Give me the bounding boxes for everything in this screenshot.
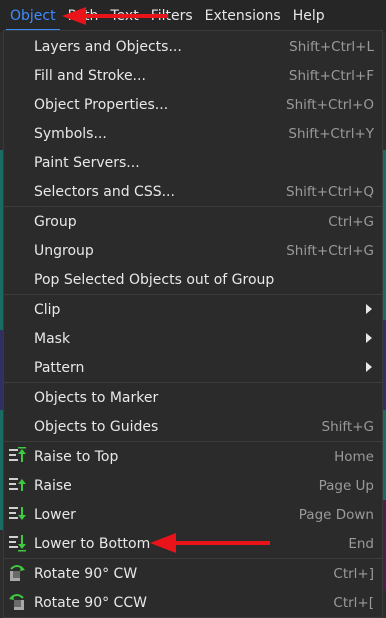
menu-filters[interactable]: Filters: [145, 2, 199, 30]
menu-item-label: Clip: [34, 301, 61, 318]
menu-item-label: Symbols...: [34, 125, 107, 142]
menu-item-label: Lower to Bottom: [34, 535, 151, 552]
menu-object[interactable]: Object: [4, 2, 62, 30]
menu-item-symbols[interactable]: Symbols... Shift+Ctrl+Y: [4, 119, 382, 148]
menu-item-shortcut: Shift+Ctrl+L: [289, 38, 374, 55]
app-window: Object Path Text Filters Extensions Help…: [0, 0, 386, 618]
submenu-arrow-icon: [366, 304, 372, 314]
menu-item-ungroup[interactable]: Ungroup Shift+Ctrl+G: [4, 236, 382, 265]
menu-item-label: Group: [34, 213, 77, 230]
rotate-ccw-icon: [9, 594, 24, 610]
menu-path[interactable]: Path: [62, 2, 105, 30]
menu-item-label: Pop Selected Objects out of Group: [34, 271, 275, 288]
menu-item-label: Ungroup: [34, 242, 94, 259]
menu-item-shortcut: Shift+Ctrl+F: [288, 67, 374, 84]
menu-item-shortcut: Ctrl+[: [333, 594, 374, 611]
menu-bar: Object Path Text Filters Extensions Help: [0, 0, 386, 32]
menu-item-label: Rotate 90° CW: [34, 565, 138, 582]
menu-item-rotate-cw[interactable]: Rotate 90° CW Ctrl+]: [4, 559, 382, 588]
menu-item-label: Pattern: [34, 359, 85, 376]
menu-item-raise-to-top[interactable]: Raise to Top Home: [4, 442, 382, 471]
menu-extensions[interactable]: Extensions: [199, 2, 287, 30]
lower-icon: [9, 507, 26, 520]
menu-item-label: Paint Servers...: [34, 154, 140, 171]
menu-item-label: Lower: [34, 506, 76, 523]
menu-item-rotate-ccw[interactable]: Rotate 90° CCW Ctrl+[: [4, 588, 382, 617]
menu-item-lower-to-bottom[interactable]: Lower to Bottom End: [4, 529, 382, 558]
menu-item-label: Objects to Guides: [34, 418, 159, 435]
raise-to-top-icon: [9, 447, 26, 462]
menu-item-shortcut: Shift+Ctrl+G: [286, 242, 374, 259]
menu-item-shortcut: Shift+Ctrl+O: [286, 96, 374, 113]
menu-item-label: Raise: [34, 477, 72, 494]
menu-item-label: Mask: [34, 330, 71, 347]
menu-item-mask[interactable]: Mask: [4, 324, 382, 353]
menu-item-pop-out-of-group[interactable]: Pop Selected Objects out of Group: [4, 265, 382, 294]
menu-help[interactable]: Help: [287, 2, 331, 30]
menu-item-label: Raise to Top: [34, 448, 119, 465]
menu-item-shortcut: Page Up: [318, 477, 374, 494]
menu-item-paint-servers[interactable]: Paint Servers...: [4, 148, 382, 177]
raise-icon: [9, 478, 26, 491]
menu-item-label: Object Properties...: [34, 96, 169, 113]
menu-item-label: Selectors and CSS...: [34, 183, 175, 200]
menu-item-object-properties[interactable]: Object Properties... Shift+Ctrl+O: [4, 90, 382, 119]
submenu-arrow-icon: [366, 362, 372, 372]
menu-item-clip[interactable]: Clip: [4, 295, 382, 324]
menu-item-label: Fill and Stroke...: [34, 67, 146, 84]
lower-to-bottom-icon: [9, 535, 26, 552]
menu-item-shortcut: Shift+Ctrl+Y: [288, 125, 374, 142]
menu-item-label: Layers and Objects...: [34, 38, 182, 55]
menu-item-shortcut: Shift+Ctrl+Q: [286, 183, 374, 200]
menu-item-raise[interactable]: Raise Page Up: [4, 471, 382, 500]
menu-item-label: Objects to Marker: [34, 389, 159, 406]
menu-item-shortcut: Home: [334, 448, 374, 465]
menu-item-shortcut: Page Down: [298, 506, 374, 523]
menu-item-shortcut: Shift+G: [321, 418, 374, 435]
menu-item-objects-to-marker[interactable]: Objects to Marker: [4, 383, 382, 412]
object-dropdown-menu: Layers and Objects... Shift+Ctrl+L Fill …: [3, 30, 383, 618]
menu-item-fill-and-stroke[interactable]: Fill and Stroke... Shift+Ctrl+F: [4, 61, 382, 90]
menu-item-shortcut: End: [348, 535, 374, 552]
menu-item-label: Rotate 90° CCW: [34, 594, 147, 611]
menu-item-shortcut: Ctrl+G: [328, 213, 374, 230]
menu-item-lower[interactable]: Lower Page Down: [4, 500, 382, 529]
submenu-arrow-icon: [366, 333, 372, 343]
menu-item-group[interactable]: Group Ctrl+G: [4, 207, 382, 236]
menu-text[interactable]: Text: [104, 2, 144, 30]
menu-item-selectors-and-css[interactable]: Selectors and CSS... Shift+Ctrl+Q: [4, 177, 382, 206]
menu-item-layers-and-objects[interactable]: Layers and Objects... Shift+Ctrl+L: [4, 32, 382, 61]
menu-item-pattern[interactable]: Pattern: [4, 353, 382, 382]
menu-item-objects-to-guides[interactable]: Objects to Guides Shift+G: [4, 412, 382, 441]
rotate-cw-icon: [10, 565, 25, 581]
menu-item-shortcut: Ctrl+]: [333, 565, 374, 582]
